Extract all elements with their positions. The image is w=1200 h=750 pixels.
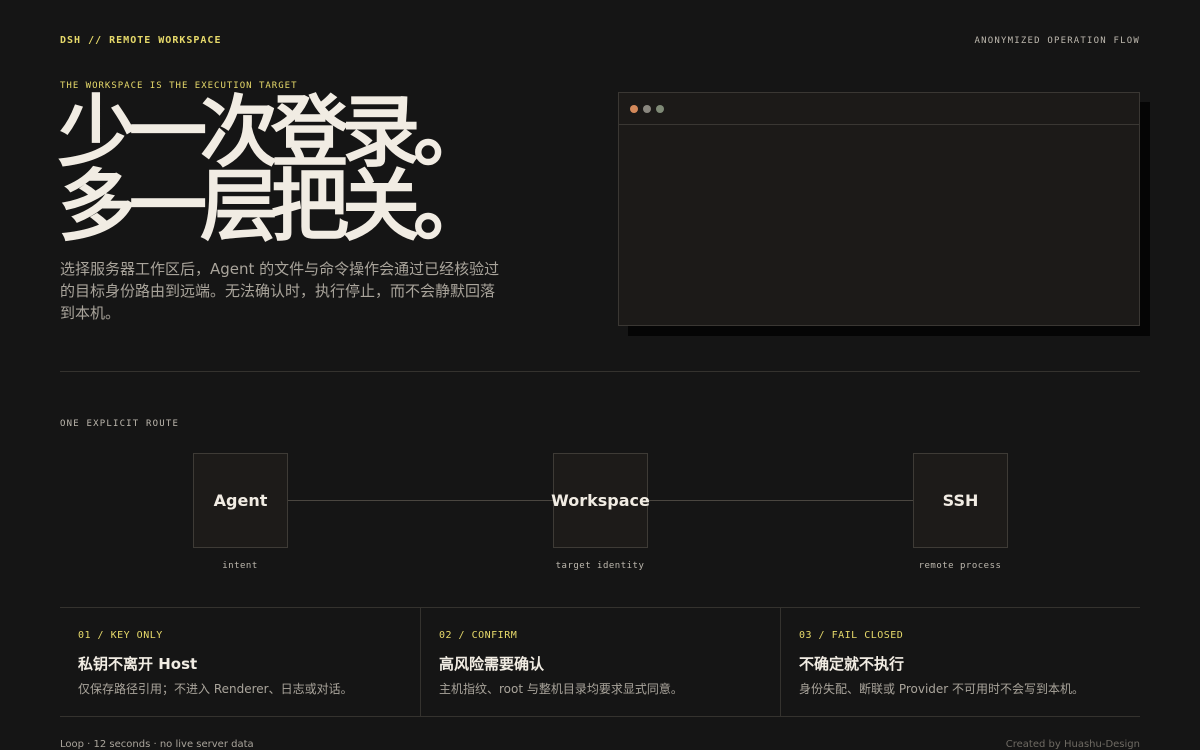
- card-title: 不确定就不执行: [799, 655, 905, 673]
- route-caption-agent: intent: [222, 561, 258, 571]
- route-node-workspace: Workspace: [551, 453, 650, 548]
- terminal-window: [618, 92, 1140, 326]
- window-dot-green[interactable]: [656, 104, 664, 113]
- flow-label: ANONYMIZED OPERATION FLOW: [974, 36, 1140, 46]
- hero-headline: 少一次登录。 多一层把关。: [58, 88, 578, 252]
- card-tag: 03 / FAIL CLOSED: [799, 630, 904, 641]
- route-caption-ssh: remote process: [918, 561, 1002, 571]
- card-text: 仅保存路径引用；不进入 Renderer、日志或对话。: [78, 682, 353, 696]
- headline-line-2: 多一层把关。: [58, 162, 491, 252]
- card-tag: 01 / KEY ONLY: [78, 630, 163, 641]
- card-text: 身份失配、断联或 Provider 不可用时不会写到本机。: [799, 682, 1085, 696]
- terminal-titlebar: [619, 93, 1139, 125]
- feature-card-confirm: 02 / CONFIRM 高风险需要确认 主机指纹、root 与整机目录均要求显…: [420, 608, 780, 716]
- cards-bottom-divider: [60, 716, 1140, 717]
- brand-label: DSH // REMOTE WORKSPACE: [60, 35, 222, 46]
- window-dot-orange[interactable]: [630, 104, 638, 113]
- window-dot-grey[interactable]: [643, 104, 651, 113]
- route-label: ONE EXPLICIT ROUTE: [60, 419, 180, 429]
- route-caption-workspace: target identity: [555, 561, 645, 571]
- route-node-ssh: SSH: [913, 453, 1008, 548]
- footer-loop-info: Loop · 12 seconds · no live server data: [60, 739, 254, 750]
- hero-description: 选择服务器工作区后，Agent 的文件与命令操作会通过已经核验过的目标身份路由到…: [60, 260, 500, 322]
- feature-card-fail-closed: 03 / FAIL CLOSED 不确定就不执行 身份失配、断联或 Provid…: [780, 608, 1140, 716]
- section-divider: [60, 371, 1140, 372]
- card-title: 私钥不离开 Host: [78, 655, 198, 673]
- footer-credit: Created by Huashu-Design: [1005, 739, 1140, 750]
- feature-card-key-only: 01 / KEY ONLY 私钥不离开 Host 仅保存路径引用；不进入 Ren…: [60, 608, 420, 716]
- route-node-agent: Agent: [193, 453, 288, 548]
- card-title: 高风险需要确认: [439, 655, 545, 673]
- headline-line-1: 少一次登录。: [58, 88, 491, 178]
- card-tag: 02 / CONFIRM: [439, 630, 518, 641]
- card-text: 主机指纹、root 与整机目录均要求显式同意。: [439, 682, 683, 696]
